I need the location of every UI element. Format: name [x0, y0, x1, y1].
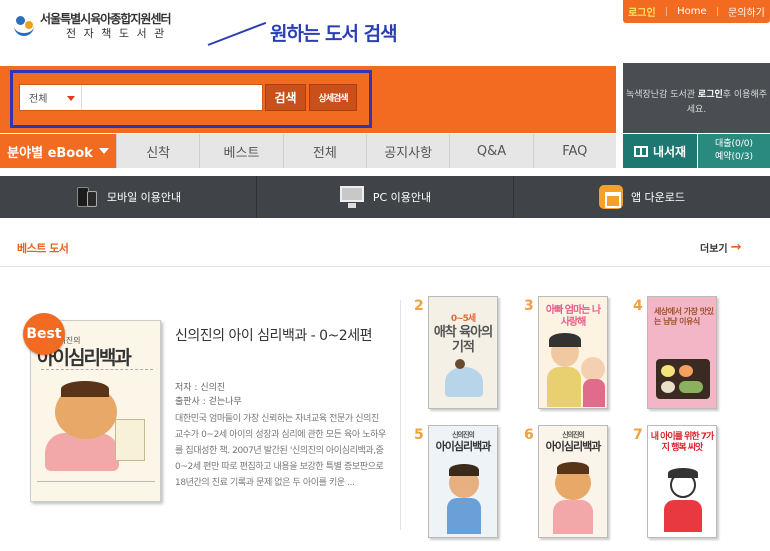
- best-badge: Best: [23, 313, 65, 355]
- page: 서울특별시육아종합지원센터 전 자 책 도 서 관 원하는 도서 검색 로그인 …: [0, 0, 770, 551]
- annotation-pointer: [207, 21, 267, 46]
- my-library-bar: 내서재 대출(0/0) 예약(0/3): [623, 134, 770, 168]
- cover-title: 아이심리백과: [435, 440, 492, 453]
- book-cover[interactable]: 세상에서 가장 맛있는 냠냠 이유식: [647, 296, 717, 409]
- cover-title: 세상에서 가장 맛있는 냠냠 이유식: [654, 307, 714, 326]
- cover-title: 애착 육아의 기적: [433, 325, 493, 355]
- loan-counts[interactable]: 대출(0/0) 예약(0/3): [698, 134, 770, 168]
- book-cover[interactable]: 신의진의 아이심리백과: [428, 425, 498, 538]
- book-icon: [633, 145, 648, 157]
- loan-count: 대출(0/0): [714, 139, 754, 149]
- best-books-heading: 베스트 도서: [17, 242, 69, 255]
- login-panel: 녹색장난감 도서관 로그인후 이용해주세요.: [623, 63, 770, 133]
- nav-item-faq[interactable]: FAQ: [532, 134, 616, 168]
- divider: [665, 7, 667, 16]
- more-link[interactable]: 더보기 →: [700, 240, 742, 255]
- mobile-guide-label: 모바일 이용안내: [106, 191, 182, 204]
- logo-subtitle: 전 자 책 도 서 관: [66, 27, 167, 40]
- book-cover[interactable]: 아빠 엄마는 나 사랑해: [538, 296, 608, 409]
- nav-item-best[interactable]: 베스트: [199, 134, 282, 168]
- site-logo[interactable]: 서울특별시육아종합지원센터 전 자 책 도 서 관: [14, 12, 172, 41]
- rank-number: 2: [414, 298, 424, 314]
- annotation-label: 원하는 도서 검색: [270, 23, 398, 45]
- nav-item-new[interactable]: 신착: [116, 134, 199, 168]
- guide-bar: 모바일 이용안내 PC 이용안내 앱 다운로드: [0, 176, 770, 218]
- nav-item-notice[interactable]: 공지사항: [365, 134, 449, 168]
- cover-title: 아빠 엄마는 나 사랑해: [545, 305, 601, 328]
- my-library-button[interactable]: 내서재: [623, 134, 697, 168]
- mobile-guide-link[interactable]: 모바일 이용안내: [0, 176, 257, 218]
- rank-number: 5: [414, 427, 424, 443]
- cover-title: 내 아이를 위한 7가지 행복 씨앗: [650, 432, 715, 453]
- rank-number: 3: [524, 298, 534, 314]
- logo-icon: [14, 16, 36, 38]
- rank-number: 6: [524, 427, 534, 443]
- featured-author: 저자 : 신의진: [175, 383, 226, 393]
- featured-book-meta: 저자 : 신의진 출판사 : 걷는나무: [175, 381, 242, 409]
- app-box-icon: [598, 185, 623, 209]
- login-link[interactable]: 로그인: [628, 4, 656, 19]
- divider: [400, 300, 401, 530]
- divider: [0, 266, 770, 267]
- home-link[interactable]: Home: [677, 6, 707, 17]
- login-panel-link[interactable]: 로그인: [698, 90, 723, 100]
- book-item-rank-5[interactable]: 5 신의진의 아이심리백과: [414, 425, 498, 540]
- chevron-down-icon: [98, 148, 109, 154]
- logo-title: 서울특별시육아종합지원센터: [40, 12, 172, 26]
- genre-menu-label: 분야별 eBook: [7, 145, 93, 161]
- arrow-right-icon: →: [730, 240, 742, 255]
- mobile-devices-icon: [75, 185, 99, 209]
- main-nav: 분야별 eBook 신착 베스트 전체 공지사항 Q&A FAQ: [0, 134, 616, 168]
- top-links: 로그인 Home 문의하기: [623, 0, 770, 23]
- book-item-rank-6[interactable]: 6 신의진의 아이심리백과: [524, 425, 608, 540]
- reserve-count: 예약(0/3): [714, 152, 754, 162]
- pc-guide-link[interactable]: PC 이용안내: [257, 176, 514, 218]
- rank-number: 4: [633, 298, 643, 314]
- featured-publisher: 출판사 : 걷는나무: [175, 397, 242, 407]
- rank-number: 7: [633, 427, 643, 443]
- contact-link[interactable]: 문의하기: [728, 4, 765, 19]
- cover-title: 아이심리백과: [545, 440, 602, 453]
- pc-guide-label: PC 이용안내: [372, 191, 432, 204]
- book-cover[interactable]: 신의진의 아이심리백과: [538, 425, 608, 538]
- more-label: 더보기: [700, 244, 728, 255]
- search-highlight-frame: [10, 70, 372, 128]
- nav-item-qna[interactable]: Q&A: [449, 134, 532, 168]
- book-item-rank-2[interactable]: 2 0~5세 애착 육아의 기적: [414, 296, 498, 411]
- divider: [716, 7, 718, 16]
- featured-book-description: 대한민국 엄마들이 가장 신뢰하는 자녀교육 전문가 신의진 교수가 0~2세 …: [175, 414, 386, 488]
- app-download-label: 앱 다운로드: [630, 191, 686, 204]
- featured-book-title[interactable]: 신의진의 아이 심리백과 - 0~2세편: [175, 326, 390, 346]
- cover-top-text: 0~5세: [450, 314, 476, 324]
- genre-menu[interactable]: 분야별 eBook: [0, 134, 116, 168]
- app-download-link[interactable]: 앱 다운로드: [514, 176, 770, 218]
- my-library-label: 내서재: [652, 144, 687, 159]
- nav-item-all[interactable]: 전체: [282, 134, 366, 168]
- monitor-icon: [339, 185, 365, 209]
- book-cover[interactable]: 0~5세 애착 육아의 기적: [428, 296, 498, 409]
- login-panel-text: 녹색장난감 도서관: [625, 90, 698, 100]
- book-item-rank-4[interactable]: 4 세상에서 가장 맛있는 냠냠 이유식: [633, 296, 717, 411]
- book-item-rank-7[interactable]: 7 내 아이를 위한 7가지 행복 씨앗: [633, 425, 717, 540]
- book-item-rank-3[interactable]: 3 아빠 엄마는 나 사랑해: [524, 296, 608, 411]
- book-cover[interactable]: 내 아이를 위한 7가지 행복 씨앗: [647, 425, 717, 538]
